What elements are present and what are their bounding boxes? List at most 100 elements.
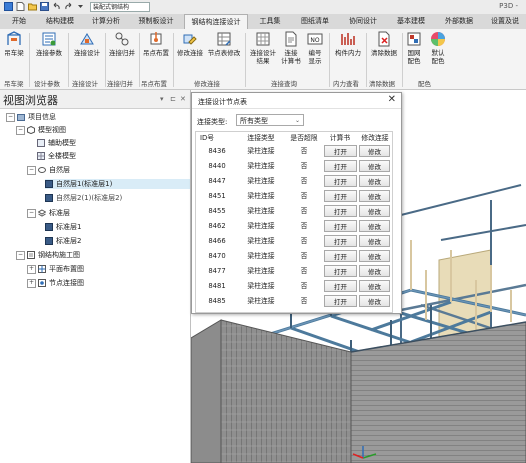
tab-drawings[interactable]: 图纸清单 xyxy=(292,14,338,29)
edit-connection-row-button[interactable]: 修改 xyxy=(359,160,390,172)
edit-connection-row-button[interactable]: 修改 xyxy=(359,175,390,187)
table-row[interactable]: 8436 梁柱连接 否 打开 修改 xyxy=(196,144,392,159)
edit-connection-row-button[interactable]: 修改 xyxy=(359,250,390,262)
open-calc-book-button[interactable]: 打开 xyxy=(324,265,357,277)
connection-design-button[interactable]: 连接设计 xyxy=(71,31,103,57)
open-calc-book-button[interactable]: 打开 xyxy=(324,175,357,187)
table-row[interactable]: 8447 梁柱连接 否 打开 修改 xyxy=(196,174,392,189)
dialog-close-button[interactable]: ✕ xyxy=(388,94,396,105)
open-calc-book-button[interactable]: 打开 xyxy=(324,220,357,232)
edit-connection-row-button[interactable]: 修改 xyxy=(359,145,390,157)
design-result-button[interactable]: 连接设计 结果 xyxy=(250,31,276,65)
save-icon[interactable] xyxy=(40,2,49,11)
table-row[interactable]: 8466 梁柱连接 否 打开 修改 xyxy=(196,234,392,249)
open-calc-book-button[interactable]: 打开 xyxy=(324,205,357,217)
structure-type-combo[interactable]: 装配式钢结构 xyxy=(90,2,150,12)
table-row[interactable]: 8481 梁柱连接 否 打开 修改 xyxy=(196,279,392,294)
tab-steel-connection[interactable]: 钢结构连接设计 xyxy=(184,14,248,29)
tree-item-full-model[interactable]: 全楼模型 xyxy=(37,151,76,161)
default-color-button[interactable]: 默认 配色 xyxy=(428,31,448,65)
grid-color-button[interactable]: 国网 配色 xyxy=(404,31,424,65)
row-id: 8481 xyxy=(208,282,226,290)
ribbon-group-lift-point: 吊点布置 xyxy=(141,80,167,88)
open-calc-book-button[interactable]: 打开 xyxy=(324,190,357,202)
panel-pin-icon[interactable]: ▾ xyxy=(160,95,164,103)
edit-connection-button[interactable]: 修改连接 xyxy=(175,31,205,57)
ribbon-group-connection-merge: 连接归并 xyxy=(107,80,133,88)
ribbon-group-edit-connection: 修改连接 xyxy=(194,80,220,88)
open-calc-book-button[interactable]: 打开 xyxy=(324,295,357,307)
edit-connection-row-button[interactable]: 修改 xyxy=(359,190,390,202)
row-connection-type: 梁柱连接 xyxy=(247,282,275,290)
open-calc-book-button[interactable]: 打开 xyxy=(324,250,357,262)
number-display-button[interactable]: NO 编号 显示 xyxy=(304,31,326,65)
new-file-icon[interactable] xyxy=(16,2,25,11)
ribbon-divider xyxy=(105,33,106,87)
tab-structure-modeling[interactable]: 结构建模 xyxy=(38,14,82,29)
tab-precast-slab[interactable]: 预制板设计 xyxy=(130,14,182,29)
tab-external-data[interactable]: 外部数据 xyxy=(436,14,482,29)
expand-icon[interactable]: + xyxy=(27,264,36,274)
tab-basic-modeling[interactable]: 基本建模 xyxy=(388,14,434,29)
collapse-icon[interactable]: − xyxy=(16,125,25,135)
undo-icon[interactable] xyxy=(52,2,61,11)
tab-analysis[interactable]: 计算分析 xyxy=(84,14,128,29)
tab-settings[interactable]: 设置及说 xyxy=(484,14,526,29)
member-force-button[interactable]: 构件内力 xyxy=(332,31,364,57)
tree-item-model-view[interactable]: − 模型视图 xyxy=(16,125,66,135)
edit-connection-row-button[interactable]: 修改 xyxy=(359,220,390,232)
redo-icon[interactable] xyxy=(64,2,73,11)
panel-close-icon[interactable]: ✕ xyxy=(180,95,186,103)
connection-params-button[interactable]: 连接参数 xyxy=(32,31,66,57)
tree-item-steel-drawings[interactable]: − 钢结构施工图 xyxy=(16,250,80,260)
tree-item-floor-1[interactable]: 自然层1(标准层1) xyxy=(45,179,190,189)
open-calc-book-button[interactable]: 打开 xyxy=(324,145,357,157)
tree-item-node-details[interactable]: + 节点连接图 xyxy=(27,278,84,288)
node-table-button[interactable]: 节点表修改 xyxy=(206,31,242,57)
tree-item-natural-floors[interactable]: − 自然层 xyxy=(27,165,70,175)
connection-type-select[interactable]: 所有类型 ⌄ xyxy=(236,114,304,126)
clear-data-button[interactable]: 清除数据 xyxy=(368,31,400,57)
tree-item-plan-layout[interactable]: + 平面布置图 xyxy=(27,264,84,274)
calc-book-button[interactable]: 连接 计算书 xyxy=(278,31,304,65)
table-row[interactable]: 8462 梁柱连接 否 打开 修改 xyxy=(196,219,392,234)
chevron-down-icon: ⌄ xyxy=(294,117,300,124)
table-scrollbar[interactable]: ▲ ▼ xyxy=(392,132,393,312)
edit-connection-row-button[interactable]: 修改 xyxy=(359,295,390,307)
connection-merge-button[interactable]: 连接归并 xyxy=(107,31,137,57)
table-row[interactable]: 8455 梁柱连接 否 打开 修改 xyxy=(196,204,392,219)
open-calc-book-button[interactable]: 打开 xyxy=(324,160,357,172)
crane-beam-button[interactable]: 吊车梁 xyxy=(3,31,25,57)
edit-connection-row-button[interactable]: 修改 xyxy=(359,280,390,292)
open-calc-book-button[interactable]: 打开 xyxy=(324,280,357,292)
collapse-icon[interactable]: − xyxy=(27,208,36,218)
tree-item-aux-model[interactable]: 辅助模型 xyxy=(37,138,76,148)
open-calc-book-button[interactable]: 打开 xyxy=(324,235,357,247)
tree-item-standard-floors[interactable]: − 标准层 xyxy=(27,208,70,218)
panel-float-icon[interactable]: ⊏ xyxy=(170,95,176,103)
tree-item-standard-floor-1[interactable]: 标准层1 xyxy=(45,222,81,232)
edit-connection-row-button[interactable]: 修改 xyxy=(359,265,390,277)
table-row[interactable]: 8451 梁柱连接 否 打开 修改 xyxy=(196,189,392,204)
open-folder-icon[interactable] xyxy=(28,2,37,11)
table-row[interactable]: 8440 梁柱连接 否 打开 修改 xyxy=(196,159,392,174)
table-body: 8436 梁柱连接否打开 修改 8440 梁柱连接否打开 修改 8447 梁柱连接否打开 修改 8… xyxy=(196,144,392,312)
collapse-icon[interactable]: − xyxy=(27,165,36,175)
collapse-icon[interactable]: − xyxy=(16,250,25,260)
tab-collaboration[interactable]: 协同设计 xyxy=(340,14,386,29)
table-row[interactable]: 8470 梁柱连接 否 打开 修改 xyxy=(196,249,392,264)
edit-connection-row-button[interactable]: 修改 xyxy=(359,205,390,217)
tab-tools[interactable]: 工具集 xyxy=(250,14,290,29)
tree-item-project-info[interactable]: − 项目信息 xyxy=(6,112,56,122)
tree-item-floor-2[interactable]: 自然层2(1)(标准层2) xyxy=(45,193,122,203)
table-row[interactable]: 8477 梁柱连接 否 打开 修改 xyxy=(196,264,392,279)
tab-start[interactable]: 开始 xyxy=(2,14,36,29)
crane-beam-label: 吊车梁 xyxy=(4,49,24,57)
dropdown-arrow-icon[interactable] xyxy=(76,2,85,11)
collapse-icon[interactable]: − xyxy=(6,112,15,122)
tree-item-standard-floor-2[interactable]: 标准层2 xyxy=(45,236,81,246)
table-row[interactable]: 8485 梁柱连接 否 打开 修改 xyxy=(196,294,392,309)
edit-connection-row-button[interactable]: 修改 xyxy=(359,235,390,247)
expand-icon[interactable]: + xyxy=(27,278,36,288)
lift-point-button[interactable]: 吊点布置 xyxy=(141,31,171,57)
